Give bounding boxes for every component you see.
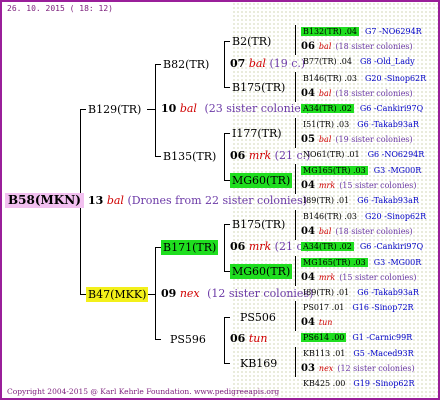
generation-number: 07 <box>230 57 246 70</box>
queen-node[interactable]: B135(TR) <box>161 149 218 164</box>
generation-number: 10 <box>161 102 177 115</box>
mark-label: mrk <box>248 149 272 162</box>
mark-label: bal <box>179 102 197 115</box>
connector-line <box>224 317 230 318</box>
queen-node[interactable]: KB425 .00 <box>301 379 347 388</box>
generation-number: 06 <box>230 149 246 162</box>
line-reference: G16 -Sinop72R <box>352 303 414 312</box>
ancestor-row: KB425 .00 G19 -Sinop62R <box>301 371 415 390</box>
queen-node[interactable]: B2(TR) <box>230 34 273 49</box>
queen-node[interactable]: B175(TR) <box>230 80 287 95</box>
node-info: 10 bal (23 sister colonies) <box>161 102 311 115</box>
generation-number: 09 <box>161 287 177 300</box>
pedigree-chart: 26. 10. 2015 ( 18: 12) B58(MKN) 13 bal (… <box>0 0 440 400</box>
line-reference: G19 -Sinop62R <box>353 379 415 388</box>
mark-label: bal <box>106 194 124 207</box>
connector-line <box>295 118 296 148</box>
queen-node[interactable]: B82(TR) <box>161 57 211 72</box>
node-info: 06 mrk (21 c.) <box>230 240 310 253</box>
date-stamp: 26. 10. 2015 ( 18: 12) <box>7 4 113 13</box>
generation-number: 13 <box>88 194 104 207</box>
sister-colonies: (Drones from 22 sister colonies) <box>127 194 308 207</box>
sister-colonies: (19 c.) <box>269 57 306 70</box>
connector-line <box>224 133 225 180</box>
connector-line <box>147 109 155 110</box>
line-reference: G8 -Old_Lady <box>359 57 415 66</box>
mark-label: mrk <box>248 240 272 253</box>
queen-node[interactable]: I177(TR) <box>230 126 284 141</box>
connector-line <box>295 25 296 55</box>
queen-node[interactable]: PS506 <box>238 310 278 325</box>
connector-line <box>295 210 296 240</box>
queen-node[interactable]: PS596 <box>168 332 208 347</box>
connector-line <box>224 317 225 363</box>
connector-line <box>224 363 230 364</box>
connector-line <box>295 164 296 194</box>
node-info: 09 nex (12 sister colonies) <box>161 287 313 300</box>
sister-colonies: (12 sister colonies) <box>207 287 314 300</box>
mark-label: tun <box>248 332 268 345</box>
connector-line <box>295 72 296 102</box>
connector-line <box>295 347 296 377</box>
connector-line <box>155 247 156 339</box>
copyright-footer: Copyright 2004-2015 @ Karl Kehrle Founda… <box>7 387 280 396</box>
connector-line <box>224 224 225 271</box>
node-info: 07 bal (19 c.) <box>230 57 305 70</box>
queen-node[interactable]: B171(TR) <box>161 240 219 255</box>
node-info: 06 mrk (21 c.) <box>230 149 310 162</box>
root-info: 13 bal (Drones from 22 sister colonies) <box>88 194 307 207</box>
queen-node[interactable]: KB169 <box>238 356 279 371</box>
queen-node[interactable]: MG60(TR) <box>230 173 293 188</box>
queen-node[interactable]: B175(TR) <box>230 217 287 232</box>
connector-line <box>155 339 161 340</box>
connector-line <box>295 256 296 286</box>
sister-colonies: (23 sister colonies) <box>204 102 311 115</box>
queen-node[interactable]: B77(TR) .04 <box>301 57 354 66</box>
connector-line <box>155 64 156 156</box>
queen-node[interactable]: B47(MKK) <box>86 287 149 302</box>
queen-node[interactable]: MG60(TR) <box>230 264 293 279</box>
generation-number: 06 <box>230 240 246 253</box>
connector-line <box>295 301 296 331</box>
generation-number: 06 <box>230 332 246 345</box>
queen-node[interactable]: B129(TR) <box>86 102 143 117</box>
node-info: 06 tun <box>230 332 267 345</box>
mark-label: bal <box>248 57 266 70</box>
root-queen[interactable]: B58(MKN) <box>5 193 84 208</box>
mark-label: nex <box>179 287 200 300</box>
connector-line <box>224 41 225 87</box>
